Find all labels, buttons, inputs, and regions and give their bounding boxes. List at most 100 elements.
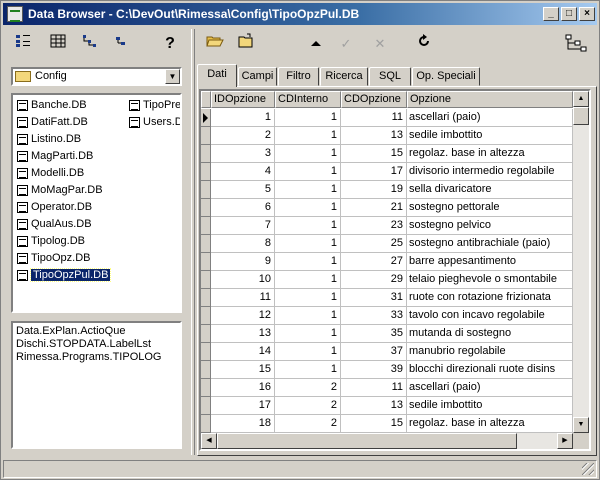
scroll-up-icon[interactable]: ▲ <box>573 91 589 107</box>
table-cell[interactable]: 13 <box>341 397 407 415</box>
table-cell[interactable]: 31 <box>341 289 407 307</box>
table-cell[interactable]: sostegno antibrachiale (paio) <box>407 235 573 253</box>
table-cell[interactable]: 8 <box>211 235 275 253</box>
reference-item[interactable]: Dischi.STOPDATA.LabelLst <box>16 338 177 351</box>
table-cell[interactable]: 2 <box>275 415 341 433</box>
file-item[interactable]: MagParti.DB <box>15 148 93 165</box>
table-cell[interactable]: 11 <box>341 109 407 127</box>
table-cell[interactable]: 1 <box>275 181 341 199</box>
table-cell[interactable]: sedile imbottito <box>407 397 573 415</box>
column-header[interactable]: Opzione <box>407 91 573 108</box>
table-cell[interactable]: 35 <box>341 325 407 343</box>
open-file-icon[interactable] <box>235 33 257 55</box>
table-cell[interactable]: 37 <box>341 343 407 361</box>
table-cell[interactable]: 13 <box>341 127 407 145</box>
help-icon[interactable]: ? <box>159 33 181 55</box>
tab-filtro[interactable]: Filtro <box>278 67 319 86</box>
table-cell[interactable]: tavolo con incavo regolabile <box>407 307 573 325</box>
table-cell[interactable]: 5 <box>211 181 275 199</box>
maximize-button[interactable]: □ <box>561 7 577 21</box>
tab-dati[interactable]: Dati <box>197 64 237 87</box>
data-grid[interactable]: ▲ ▼ ◀ ▶ IDOpzione CDInterno CDOpzione Opzio… <box>199 89 591 451</box>
file-item[interactable]: Modelli.DB <box>15 165 84 182</box>
tab-op-speciali[interactable]: Op. Speciali <box>412 67 480 86</box>
file-list[interactable]: Banche.DB DatiFatt.DB Listino.DB MagParti.D… <box>11 93 182 313</box>
table-cell[interactable]: blocchi direzionali ruote disins <box>407 361 573 379</box>
details-icon[interactable] <box>47 33 69 55</box>
table-cell[interactable]: sostegno pettorale <box>407 199 573 217</box>
table-cell[interactable]: 2 <box>275 397 341 415</box>
table-cell[interactable]: 17 <box>341 163 407 181</box>
horizontal-scroll-thumb[interactable] <box>217 433 517 449</box>
scroll-right-icon[interactable]: ▶ <box>557 433 573 449</box>
table-cell[interactable]: 3 <box>211 145 275 163</box>
table-cell[interactable]: 1 <box>211 109 275 127</box>
row-indicator[interactable] <box>201 289 211 307</box>
splitter[interactable] <box>191 29 195 455</box>
table-cell[interactable]: 1 <box>275 217 341 235</box>
file-item[interactable]: TipoPres <box>127 97 180 114</box>
table-cell[interactable]: 15 <box>211 361 275 379</box>
table-cell[interactable]: 15 <box>341 145 407 163</box>
row-indicator[interactable] <box>201 343 211 361</box>
table-cell[interactable]: ruote con rotazione frizionata <box>407 289 573 307</box>
table-cell[interactable]: 11 <box>341 379 407 397</box>
tab-campi[interactable]: Campi <box>238 67 277 86</box>
table-cell[interactable]: 1 <box>275 127 341 145</box>
file-item[interactable]: Banche.DB <box>15 97 87 114</box>
vertical-scroll-thumb[interactable] <box>573 107 589 125</box>
row-indicator[interactable] <box>201 271 211 289</box>
table-cell[interactable]: 17 <box>211 397 275 415</box>
table-cell[interactable]: 21 <box>341 199 407 217</box>
table-cell[interactable]: regolaz. base in altezza <box>407 145 573 163</box>
table-cell[interactable]: 9 <box>211 253 275 271</box>
scroll-left-icon[interactable]: ◀ <box>201 433 217 449</box>
table-cell[interactable]: 10 <box>211 271 275 289</box>
minimize-button[interactable]: _ <box>543 7 559 21</box>
structure-icon[interactable] <box>563 33 589 55</box>
confirm-icon[interactable]: ✓ <box>335 33 357 55</box>
table-cell[interactable]: 29 <box>341 271 407 289</box>
table-cell[interactable]: ascellari (paio) <box>407 109 573 127</box>
table-cell[interactable]: 25 <box>341 235 407 253</box>
table-cell[interactable]: 1 <box>275 325 341 343</box>
tab-sql[interactable]: SQL <box>369 67 411 86</box>
table-cell[interactable]: 1 <box>275 109 341 127</box>
vertical-scrollbar[interactable]: ▲ ▼ <box>573 91 589 433</box>
reference-item[interactable]: Data.ExPlan.ActioQue <box>16 325 177 338</box>
table-cell[interactable]: sostegno pelvico <box>407 217 573 235</box>
reference-list[interactable]: Data.ExPlan.ActioQue Dischi.STOPDATA.Labe… <box>11 321 182 449</box>
file-item[interactable]: TipoOpzPul.DB <box>15 267 112 284</box>
table-cell[interactable]: 1 <box>275 307 341 325</box>
table-cell[interactable]: 33 <box>341 307 407 325</box>
row-indicator[interactable] <box>201 379 211 397</box>
table-cell[interactable]: 1 <box>275 343 341 361</box>
row-indicator[interactable] <box>201 415 211 433</box>
column-header[interactable]: CDInterno <box>275 91 341 108</box>
table-cell[interactable]: 1 <box>275 163 341 181</box>
reference-item[interactable]: Rimessa.Programs.TIPOLOG <box>16 351 177 364</box>
table-cell[interactable]: 1 <box>275 199 341 217</box>
table-cell[interactable]: 18 <box>211 415 275 433</box>
table-cell[interactable]: sedile imbottito <box>407 127 573 145</box>
table-cell[interactable]: 13 <box>211 325 275 343</box>
row-indicator[interactable] <box>201 253 211 271</box>
table-cell[interactable]: 12 <box>211 307 275 325</box>
table-cell[interactable]: 1 <box>275 145 341 163</box>
row-indicator[interactable] <box>201 145 211 163</box>
row-indicator[interactable] <box>201 325 211 343</box>
table-cell[interactable]: 11 <box>211 289 275 307</box>
file-item[interactable]: QualAus.DB <box>15 216 92 233</box>
table-cell[interactable]: sella divaricatore <box>407 181 573 199</box>
refresh-icon[interactable] <box>413 33 435 55</box>
table-cell[interactable]: 1 <box>275 235 341 253</box>
table-cell[interactable]: 14 <box>211 343 275 361</box>
file-item[interactable]: Tipolog.DB <box>15 233 85 250</box>
scroll-down-icon[interactable]: ▼ <box>573 417 589 433</box>
row-indicator[interactable] <box>201 361 211 379</box>
row-indicator[interactable] <box>201 181 211 199</box>
table-cell[interactable]: 2 <box>211 127 275 145</box>
row-indicator[interactable] <box>201 217 211 235</box>
table-cell[interactable]: 27 <box>341 253 407 271</box>
large-icons-icon[interactable] <box>12 33 34 55</box>
